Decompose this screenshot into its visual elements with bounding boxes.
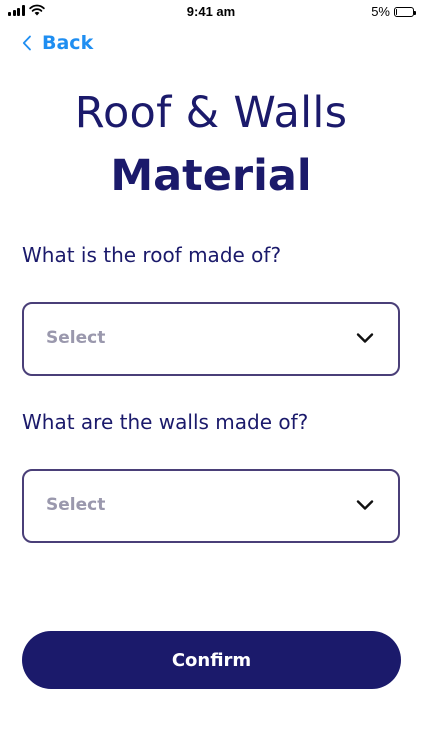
roof-question-label: What is the roof made of? — [22, 243, 282, 267]
roof-material-select[interactable]: Select — [22, 302, 400, 376]
roof-select-value: Select — [46, 328, 106, 348]
battery-percentage: 5% — [371, 4, 390, 19]
back-label: Back — [42, 32, 94, 54]
status-bar: 9:41 am 5% — [0, 0, 422, 24]
page-title-line2: Material — [110, 151, 312, 201]
chevron-left-icon — [22, 35, 31, 51]
walls-select-value: Select — [46, 495, 106, 515]
page-title: Roof & Walls Material — [0, 86, 422, 204]
confirm-button[interactable]: Confirm — [22, 631, 401, 689]
chevron-down-icon — [356, 333, 374, 343]
battery-icon — [394, 6, 416, 17]
back-button[interactable]: Back — [22, 32, 93, 54]
walls-material-select[interactable]: Select — [22, 469, 400, 543]
chevron-down-icon — [356, 500, 374, 510]
status-bar-right: 5% — [371, 4, 416, 19]
battery-level — [396, 8, 398, 15]
confirm-label: Confirm — [171, 649, 252, 671]
walls-question-label: What are the walls made of? — [22, 410, 309, 434]
page-title-line1: Roof & Walls — [74, 88, 348, 138]
status-time: 9:41 am — [186, 4, 236, 19]
